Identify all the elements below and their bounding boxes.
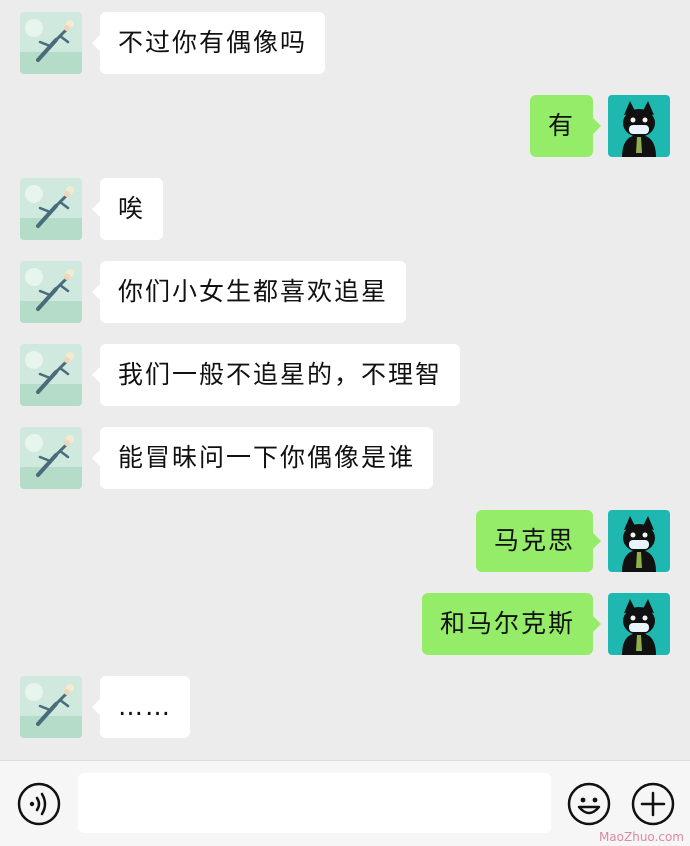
contact-avatar[interactable]: [20, 178, 82, 240]
message-bubble-outgoing[interactable]: 马克思: [475, 510, 602, 572]
message-row-incoming: 我们一般不追星的，不理智: [0, 344, 690, 410]
message-bubble-incoming[interactable]: 你们小女生都喜欢追星: [91, 261, 407, 323]
contact-avatar[interactable]: [20, 676, 82, 738]
user-avatar[interactable]: [608, 510, 670, 572]
emoji-icon[interactable]: [566, 781, 612, 827]
message-bubble-incoming[interactable]: 能冒昧问一下你偶像是谁: [91, 427, 434, 489]
message-bubble-incoming[interactable]: 我们一般不追星的，不理智: [91, 344, 461, 406]
message-bubble-outgoing[interactable]: 有: [529, 95, 602, 157]
contact-avatar[interactable]: [20, 261, 82, 323]
message-bubble-incoming[interactable]: ……: [92, 676, 190, 738]
message-row-outgoing: 马克思: [0, 510, 690, 576]
input-toolbar: MaoZhuo.com: [0, 760, 690, 846]
message-row-incoming: 你们小女生都喜欢追星: [0, 261, 690, 327]
plus-icon[interactable]: [630, 781, 676, 827]
message-bubble-incoming[interactable]: 唉: [91, 178, 164, 240]
message-row-incoming: ……: [0, 676, 690, 742]
voice-input-icon[interactable]: [16, 781, 62, 827]
message-bubble-incoming[interactable]: 不过你有偶像吗: [91, 12, 326, 74]
chat-area[interactable]: 不过你有偶像吗 有 唉 你们小女生都喜欢追星 我们一般不追星的，不理智 能冒昧问…: [0, 0, 690, 760]
watermark: MaoZhuo.com: [598, 830, 684, 844]
contact-avatar[interactable]: [20, 12, 82, 74]
contact-avatar[interactable]: [20, 427, 82, 489]
message-row-outgoing: 和马尔克斯: [0, 593, 690, 659]
contact-avatar[interactable]: [20, 344, 82, 406]
message-row-outgoing: 有: [0, 95, 690, 161]
message-input[interactable]: [78, 773, 551, 833]
message-row-incoming: 唉: [0, 178, 690, 244]
message-row-incoming: 能冒昧问一下你偶像是谁: [0, 427, 690, 493]
user-avatar[interactable]: [608, 95, 670, 157]
message-row-incoming: 不过你有偶像吗: [0, 12, 690, 78]
user-avatar[interactable]: [608, 593, 670, 655]
message-bubble-outgoing[interactable]: 和马尔克斯: [421, 593, 602, 655]
